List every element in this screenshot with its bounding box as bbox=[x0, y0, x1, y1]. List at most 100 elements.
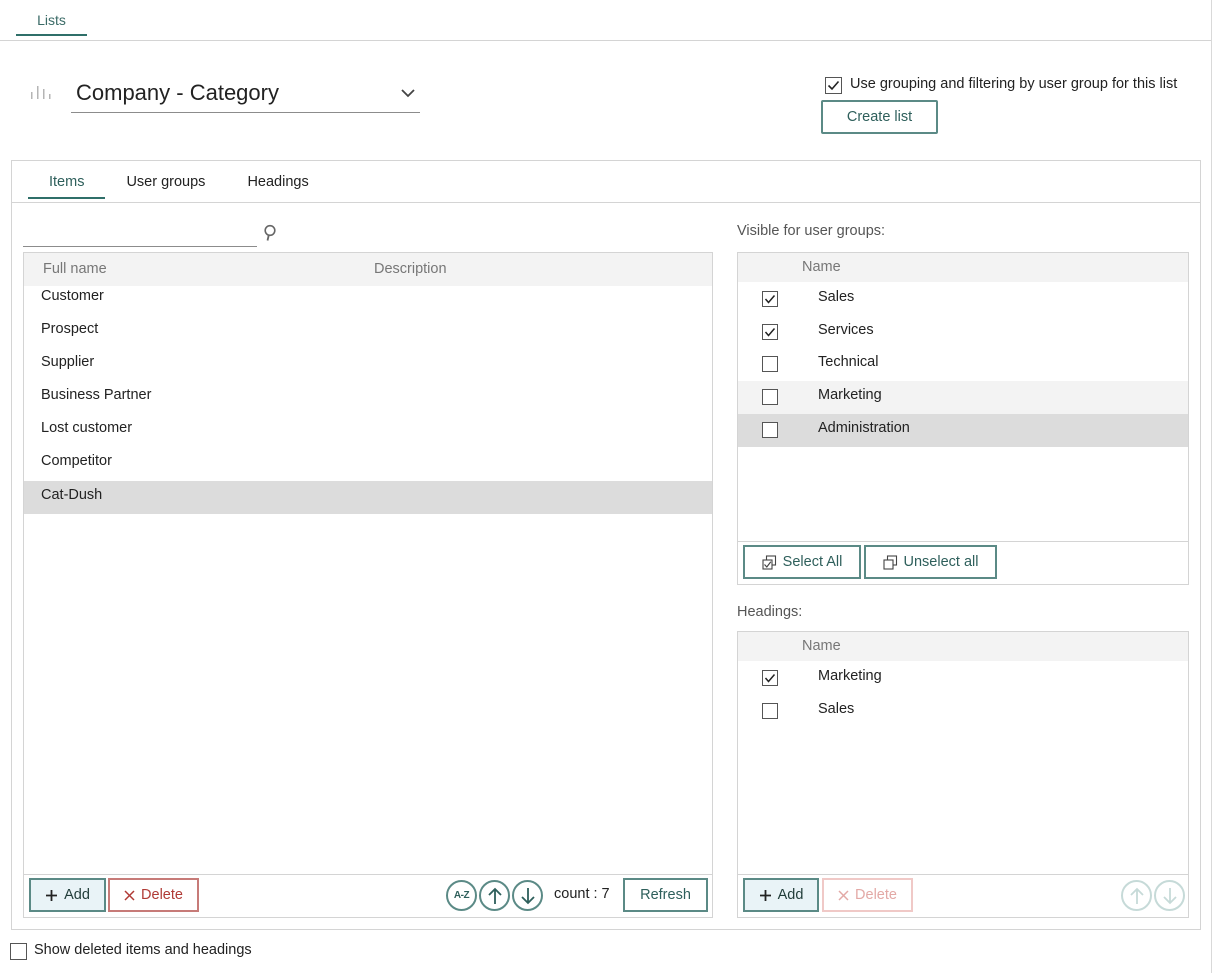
table-row[interactable]: Supplier bbox=[24, 348, 712, 381]
tab-user-groups[interactable]: User groups bbox=[105, 161, 226, 199]
refresh-label: Refresh bbox=[640, 887, 691, 903]
select-all-label: Select All bbox=[782, 554, 843, 570]
grouping-label: Use grouping and filtering by user group… bbox=[850, 76, 1178, 92]
editor-tabs: Items User groups Headings bbox=[28, 161, 330, 199]
checkmark-icon bbox=[764, 328, 776, 337]
search-icon[interactable] bbox=[262, 224, 278, 242]
row-full-name: Lost customer bbox=[41, 420, 133, 436]
user-group-name: Sales bbox=[818, 289, 855, 305]
heading-name: Sales bbox=[818, 701, 855, 717]
plus-icon bbox=[759, 889, 771, 901]
heading-row[interactable]: Sales bbox=[738, 695, 1188, 728]
delete-item-label: Delete bbox=[141, 887, 183, 903]
delete-heading-label: Delete bbox=[855, 887, 897, 903]
column-description[interactable]: Description bbox=[374, 261, 447, 277]
add-heading-label: Add bbox=[777, 887, 804, 903]
checkmark-icon bbox=[827, 80, 840, 91]
item-count: count : 7 bbox=[554, 886, 610, 902]
checkmark-icon bbox=[764, 295, 776, 304]
user-groups-footer-divider bbox=[738, 541, 1188, 542]
row-full-name: Customer bbox=[41, 288, 104, 304]
row-full-name: Competitor bbox=[41, 453, 112, 469]
arrow-up-icon bbox=[487, 887, 502, 904]
arrow-down-icon bbox=[520, 887, 535, 904]
select-all-button[interactable]: Select All bbox=[743, 545, 861, 579]
user-group-name: Technical bbox=[818, 354, 879, 370]
show-deleted-checkbox[interactable] bbox=[10, 943, 27, 960]
headings-footer-divider bbox=[738, 874, 1188, 875]
user-group-row[interactable]: Marketing bbox=[738, 381, 1188, 414]
tab-items[interactable]: Items bbox=[28, 161, 106, 199]
refresh-button[interactable]: Refresh bbox=[623, 878, 708, 912]
user-group-row[interactable]: Services bbox=[738, 316, 1188, 349]
checkmark-icon bbox=[764, 674, 776, 683]
unselect-all-icon bbox=[882, 554, 897, 570]
move-up-button[interactable] bbox=[479, 880, 510, 911]
arrow-down-icon bbox=[1162, 887, 1177, 904]
column-full-name[interactable]: Full name bbox=[43, 261, 107, 277]
heading-checkbox[interactable] bbox=[762, 703, 778, 719]
tab-headings[interactable]: Headings bbox=[226, 161, 329, 199]
user-group-checkbox[interactable] bbox=[762, 389, 778, 405]
close-icon bbox=[124, 889, 135, 901]
list-bars-icon bbox=[31, 86, 51, 99]
sort-az-button[interactable]: A-Z bbox=[446, 880, 477, 911]
table-row[interactable]: Competitor bbox=[24, 447, 712, 480]
user-group-checkbox[interactable] bbox=[762, 422, 778, 438]
user-group-row[interactable]: Technical bbox=[738, 348, 1188, 381]
arrow-up-icon bbox=[1129, 887, 1144, 904]
user-group-row-selected[interactable]: Administration bbox=[738, 414, 1188, 447]
tabs-divider bbox=[12, 202, 1200, 203]
heading-name: Marketing bbox=[818, 668, 882, 684]
select-all-icon bbox=[762, 554, 776, 570]
tab-lists[interactable]: Lists bbox=[16, 0, 87, 36]
list-select[interactable]: Company - Category bbox=[71, 76, 420, 113]
add-item-label: Add bbox=[64, 887, 90, 903]
headings-header: Name bbox=[738, 632, 1188, 661]
user-group-checkbox[interactable] bbox=[762, 356, 778, 372]
user-group-checkbox[interactable] bbox=[762, 291, 778, 307]
chevron-down-icon bbox=[401, 89, 415, 98]
user-group-checkbox[interactable] bbox=[762, 324, 778, 340]
row-full-name: Cat-Dush bbox=[41, 487, 103, 503]
top-divider bbox=[0, 40, 1212, 41]
column-name[interactable]: Name bbox=[802, 259, 841, 275]
delete-heading-button[interactable]: Delete bbox=[822, 878, 913, 912]
heading-checkbox[interactable] bbox=[762, 670, 778, 686]
row-full-name: Business Partner bbox=[41, 387, 152, 403]
user-group-name: Administration bbox=[818, 420, 910, 436]
create-list-label: Create list bbox=[846, 109, 913, 125]
heading-move-up-button[interactable] bbox=[1121, 880, 1152, 911]
heading-move-down-button[interactable] bbox=[1154, 880, 1185, 911]
row-full-name: Supplier bbox=[41, 354, 95, 370]
show-deleted-label: Show deleted items and headings bbox=[34, 942, 252, 958]
table-row[interactable]: Business Partner bbox=[24, 381, 712, 414]
user-groups-title: Visible for user groups: bbox=[737, 223, 886, 239]
user-groups-grid: Name Sales Services Technical Marketing … bbox=[737, 252, 1189, 585]
add-item-button[interactable]: Add bbox=[29, 878, 106, 912]
table-row-selected[interactable]: Cat-Dush bbox=[24, 481, 712, 514]
row-full-name: Prospect bbox=[41, 321, 99, 337]
heading-row[interactable]: Marketing bbox=[738, 662, 1188, 695]
table-row[interactable]: Prospect bbox=[24, 315, 712, 348]
user-group-row[interactable]: Sales bbox=[738, 283, 1188, 316]
items-footer-divider bbox=[24, 874, 712, 875]
headings-title: Headings: bbox=[737, 604, 803, 620]
items-table: Full name Description Customer Prospect … bbox=[23, 252, 713, 918]
create-list-button[interactable]: Create list bbox=[821, 100, 938, 134]
close-icon bbox=[838, 889, 849, 901]
unselect-all-button[interactable]: Unselect all bbox=[864, 545, 997, 579]
column-name[interactable]: Name bbox=[802, 638, 841, 654]
table-row[interactable]: Customer bbox=[24, 282, 712, 315]
delete-item-button[interactable]: Delete bbox=[108, 878, 199, 912]
search-input[interactable] bbox=[23, 220, 257, 247]
move-down-button[interactable] bbox=[512, 880, 543, 911]
right-divider bbox=[1211, 0, 1212, 973]
unselect-all-label: Unselect all bbox=[903, 554, 979, 570]
user-groups-header: Name bbox=[738, 253, 1188, 282]
user-group-name: Services bbox=[818, 322, 874, 338]
add-heading-button[interactable]: Add bbox=[743, 878, 819, 912]
grouping-checkbox[interactable] bbox=[825, 77, 842, 94]
plus-icon bbox=[46, 889, 58, 901]
table-row[interactable]: Lost customer bbox=[24, 414, 712, 447]
